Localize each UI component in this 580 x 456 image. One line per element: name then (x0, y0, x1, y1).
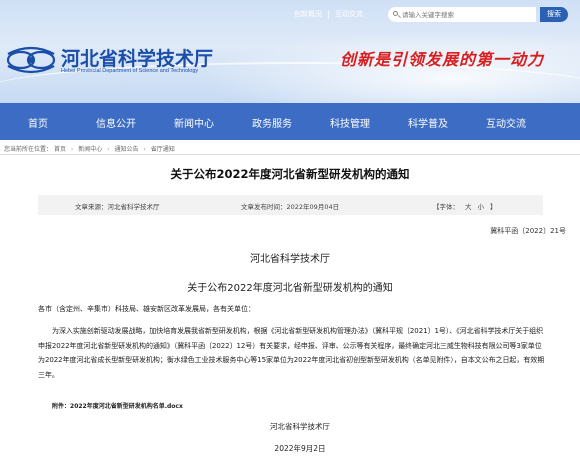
breadcrumb-separator-icon: › (107, 146, 110, 153)
font-size-small-button[interactable]: 小 (478, 203, 485, 211)
attachment-file-link[interactable]: 2022年度河北省新型研发机构名单.docx (70, 403, 183, 410)
nav-item-home[interactable]: 首页 (28, 115, 48, 130)
font-size-label: 【字体： (433, 203, 459, 211)
util-link-interaction[interactable]: 互动交流 (329, 10, 369, 19)
document-addressee: 各市（含定州、辛集市）科技局、雄安新区改革发展局，各有关单位： (38, 305, 255, 313)
document-body-paragraph: 为深入实施创新驱动发展战略，加快培育发展我省新型研发机构，根据《河北省新型研发机… (38, 327, 545, 379)
article-publish-date: 文章发布时间：2022年09月04日 (241, 203, 340, 211)
search-button[interactable]: 搜索 (540, 7, 568, 22)
signature-date: 2022年9月2日 (274, 444, 326, 453)
nav-item-gov-services[interactable]: 政务服务 (252, 115, 292, 130)
nav-item-news-center[interactable]: 新闻中心 (174, 115, 214, 130)
nav-item-info-disclosure[interactable]: 信息公开 (96, 115, 136, 130)
header-slogan: 创新是引领发展的第一动力 (340, 50, 545, 69)
department-logo[interactable] (4, 40, 58, 80)
breadcrumb-prefix: 您当前所在位置： (4, 146, 53, 153)
search-icon (388, 7, 402, 22)
breadcrumb: 您当前所在位置： 首页 › 新闻中心 › 通知公告 › 省厅通知 (4, 144, 175, 153)
search-box (388, 7, 536, 22)
breadcrumb-dept-notices[interactable]: 省厅通知 (151, 146, 175, 153)
nav-item-interaction[interactable]: 互动交流 (486, 115, 526, 130)
main-navigation: 首页 信息公开 新闻中心 政务服务 科技管理 科学普及 互动交流 (0, 103, 580, 140)
site-header: 创新概况 互动交流 搜索 河北省科学技术厅 Hebei Provincial D… (0, 0, 580, 103)
breadcrumb-notices[interactable]: 通知公告 (114, 146, 138, 153)
nav-item-sci-tech-management[interactable]: 科技管理 (330, 115, 370, 130)
font-size-label-end: 】 (490, 203, 497, 211)
article-source: 文章来源：河北省科学技术厅 (75, 203, 160, 211)
font-size-large-button[interactable]: 大 (465, 203, 472, 211)
article-title: 关于公布2022年度河北省新型研发机构的通知 (170, 167, 410, 181)
document-subtitle: 关于公布2022年度河北省新型研发机构的通知 (187, 283, 393, 294)
breadcrumb-divider (0, 154, 580, 155)
breadcrumb-separator-icon: › (70, 146, 74, 153)
utility-links: 创新概况 互动交流 (288, 10, 369, 19)
nav-item-science-popularization[interactable]: 科学普及 (408, 115, 448, 130)
document-number: 冀科平函〔2022〕21号 (490, 227, 566, 235)
breadcrumb-separator-icon: › (143, 146, 146, 153)
site-subtitle-english: Hebei Provincial Department of Science a… (61, 68, 199, 74)
signature-issuer: 河北省科学技术厅 (270, 422, 330, 431)
attachment-line: 附件：2022年度河北省新型研发机构名单.docx (52, 401, 183, 410)
font-size-control: 【字体： 大小】 (430, 201, 500, 211)
article-meta-bar: 文章来源：河北省科学技术厅 文章发布时间：2022年09月04日 【字体： 大小】 (38, 195, 543, 215)
breadcrumb-news-center[interactable]: 新闻中心 (78, 146, 102, 153)
util-link-innovation-overview[interactable]: 创新概况 (288, 10, 329, 19)
site-title[interactable]: 河北省科学技术厅 (61, 44, 213, 71)
document-issuer: 河北省科学技术厅 (250, 254, 330, 265)
breadcrumb-home[interactable]: 首页 (54, 146, 66, 153)
attachment-label: 附件： (52, 403, 71, 410)
search-input[interactable] (402, 8, 530, 21)
